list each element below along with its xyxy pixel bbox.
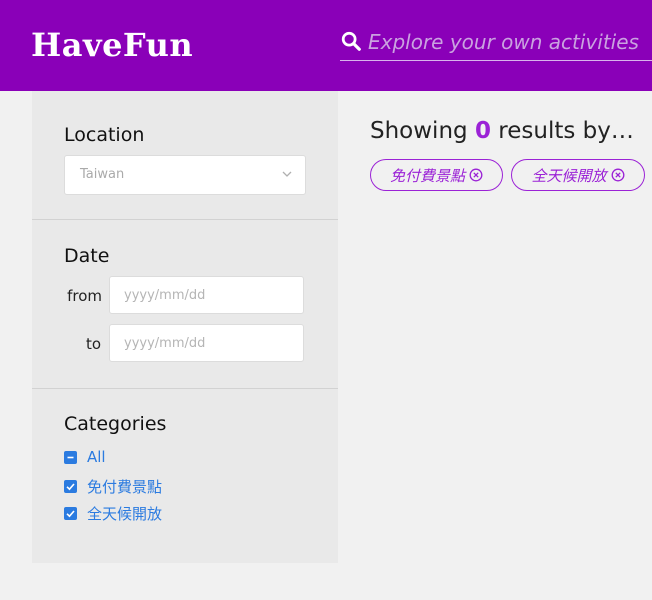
date-from-input[interactable]	[109, 276, 304, 314]
category-label: All	[87, 448, 106, 466]
filter-tag[interactable]: 免付費景點	[370, 159, 503, 191]
category-label: 全天候開放	[87, 504, 163, 523]
results-heading: Showing 0 results by…	[370, 118, 634, 144]
chevron-down-icon	[282, 171, 292, 177]
date-to-label: to	[85, 335, 101, 353]
categories-section: Categories All 免付費景點 全天候開放	[32, 389, 338, 563]
logo[interactable]: HaveFun	[31, 26, 193, 64]
category-all-day[interactable]: 全天候開放	[64, 503, 162, 523]
results-suffix: results by…	[498, 118, 634, 144]
date-from-label: from	[67, 287, 102, 305]
search-bar	[340, 26, 652, 61]
category-free[interactable]: 免付費景點	[64, 476, 162, 496]
checkbox-checked-icon[interactable]	[64, 506, 77, 520]
filter-tag-label: 免付費景點	[389, 166, 465, 185]
location-select[interactable]: Taiwan	[64, 155, 306, 195]
indeterminate-checkbox-icon[interactable]	[64, 450, 77, 464]
date-section: Date from to	[32, 220, 338, 388]
search-input[interactable]	[368, 26, 652, 58]
categories-title: Categories	[64, 413, 167, 435]
results-count: 0	[474, 118, 491, 144]
close-circle-icon[interactable]	[469, 168, 483, 182]
location-section: Location Taiwan	[32, 91, 338, 219]
location-title: Location	[64, 124, 145, 146]
search-icon[interactable]	[340, 30, 362, 52]
date-title: Date	[64, 245, 110, 267]
category-label: 免付費景點	[87, 477, 163, 496]
app-header: HaveFun	[0, 0, 652, 91]
filter-sidebar: Location Taiwan Date from to Categories …	[32, 91, 338, 563]
category-all[interactable]: All	[64, 447, 106, 467]
location-select-value: Taiwan	[80, 167, 125, 182]
filter-tag-label: 全天候開放	[531, 166, 607, 185]
date-to-input[interactable]	[109, 324, 304, 362]
close-circle-icon[interactable]	[611, 168, 625, 182]
checkbox-checked-icon[interactable]	[64, 479, 77, 493]
filter-tag[interactable]: 全天候開放	[511, 159, 645, 191]
results-prefix: Showing	[370, 118, 468, 144]
